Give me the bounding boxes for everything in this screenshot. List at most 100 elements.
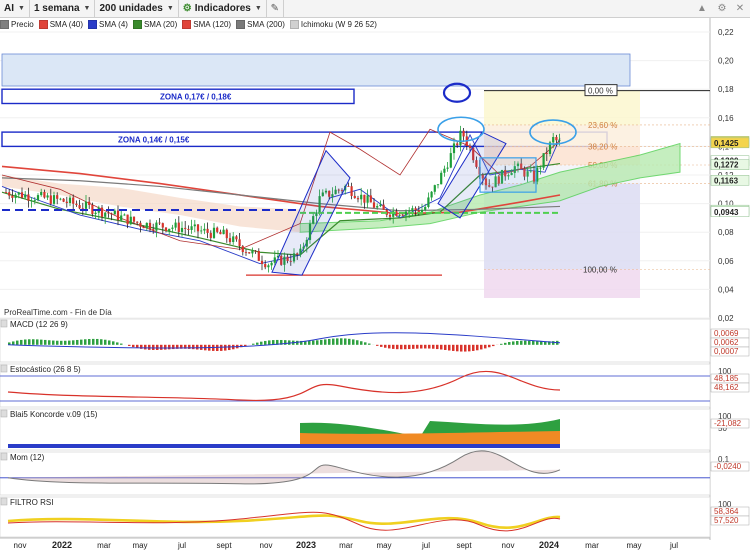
macd-bar — [164, 344, 167, 350]
y-tick-label: 0,16 — [718, 114, 734, 123]
candle-body — [267, 265, 270, 268]
macd-bar — [120, 343, 123, 345]
candle-body — [88, 201, 91, 205]
macd-bar — [324, 339, 327, 345]
macd-bar — [128, 344, 131, 346]
candle-body — [17, 192, 20, 195]
fib-label: 38,20 % — [588, 142, 617, 151]
macd-bar — [60, 340, 63, 345]
macd-bar — [432, 344, 435, 349]
macd-bar — [420, 344, 423, 349]
macd-bar — [252, 343, 255, 345]
candle-body — [94, 212, 97, 215]
candle-body — [24, 194, 27, 198]
candle-body — [216, 227, 219, 232]
panel-title: MACD (12 26 9) — [10, 320, 68, 329]
panel-value: -21,082 — [714, 419, 742, 428]
candle-body — [142, 226, 145, 229]
macd-bar — [12, 341, 15, 345]
indicator-panel: Estocástico (26 8 5) 10048,18548,162 — [0, 363, 750, 408]
candle-body — [273, 257, 276, 263]
macd-bar — [192, 344, 195, 350]
macd-bar — [44, 339, 47, 345]
candle-body — [174, 222, 177, 228]
macd-bar — [508, 342, 511, 345]
macd-bar — [480, 344, 483, 350]
macd-bar — [452, 344, 455, 351]
candle-body — [427, 197, 430, 208]
candle-body — [270, 262, 273, 266]
candle-body — [161, 223, 164, 228]
candle-body — [404, 211, 408, 216]
macd-bar — [36, 339, 39, 345]
candle-body — [468, 145, 472, 148]
macd-bar — [336, 338, 339, 345]
macd-bar — [332, 338, 335, 345]
watermark: ProRealTime.com - Fin de Día — [4, 308, 112, 317]
candle-body — [68, 197, 72, 203]
macd-bar — [400, 344, 403, 350]
y-tick-label: 0,18 — [718, 85, 734, 94]
indicator-panel: Mom (12) 0,1-0,0240 — [0, 450, 750, 496]
candle-body — [408, 210, 411, 212]
macd-bar — [380, 344, 383, 347]
candle-body — [539, 167, 542, 169]
panel-toggle-icon — [0, 497, 8, 506]
candle-body — [366, 195, 369, 203]
macd-bar — [100, 339, 103, 345]
candle-body — [248, 252, 251, 254]
macd-bar — [256, 342, 259, 345]
koncorde-blue — [8, 444, 560, 448]
candle-body — [372, 202, 376, 208]
price-label: 0,1425 — [714, 139, 739, 148]
candle-body — [126, 214, 129, 225]
candle-body — [132, 216, 136, 222]
x-tick-label: mar — [585, 541, 599, 550]
candle-body — [542, 153, 545, 168]
panel-value: 57,520 — [714, 516, 739, 525]
macd-bar — [436, 344, 439, 350]
candle-body — [225, 229, 228, 239]
macd-bar — [408, 344, 411, 350]
price-label: 0,1272 — [714, 161, 739, 170]
x-tick-label: 2023 — [296, 540, 316, 550]
x-tick-label: sept — [456, 541, 472, 550]
macd-bar — [536, 341, 539, 345]
candle-body — [228, 238, 232, 243]
macd-bar — [532, 340, 535, 345]
candle-body — [251, 250, 254, 254]
candle-body — [49, 195, 52, 204]
candle-body — [20, 192, 24, 198]
macd-bar — [424, 344, 427, 349]
candle-body — [107, 212, 110, 214]
chart-canvas: ZONA 0,17€ / 0,18€ ZONA 0,14€ / 0,15€ 0,0… — [0, 18, 750, 550]
zone-label: ZONA 0,14€ / 0,15€ — [118, 135, 190, 144]
candle-body — [440, 172, 443, 185]
macd-bar — [456, 344, 459, 352]
macd-bar — [316, 340, 319, 345]
candle-body — [164, 227, 168, 232]
candle-body — [168, 228, 171, 232]
macd-bar — [112, 341, 115, 345]
panel-title: Mom (12) — [10, 453, 45, 462]
price-label: 0,0943 — [714, 208, 739, 217]
panel-bg — [0, 363, 711, 408]
indicator-panel: MACD (12 26 9) 0,00690,00620,0007 — [0, 318, 750, 363]
candle-body — [558, 139, 561, 141]
candle-body — [33, 200, 36, 201]
candle-body — [241, 246, 244, 253]
candle-body — [436, 184, 440, 186]
macd-bar — [388, 344, 391, 349]
candle-body — [113, 210, 116, 215]
candle-body — [4, 192, 8, 193]
macd-bar — [64, 340, 67, 345]
x-tick-label: sept — [216, 541, 232, 550]
macd-bar — [412, 344, 415, 349]
candle-body — [369, 195, 372, 203]
macd-bar — [88, 339, 91, 345]
candle-body — [180, 227, 184, 232]
fib-label: 100,00 % — [583, 265, 617, 274]
macd-bar — [512, 341, 515, 345]
candle-body — [462, 130, 465, 137]
candle-body — [158, 222, 161, 224]
